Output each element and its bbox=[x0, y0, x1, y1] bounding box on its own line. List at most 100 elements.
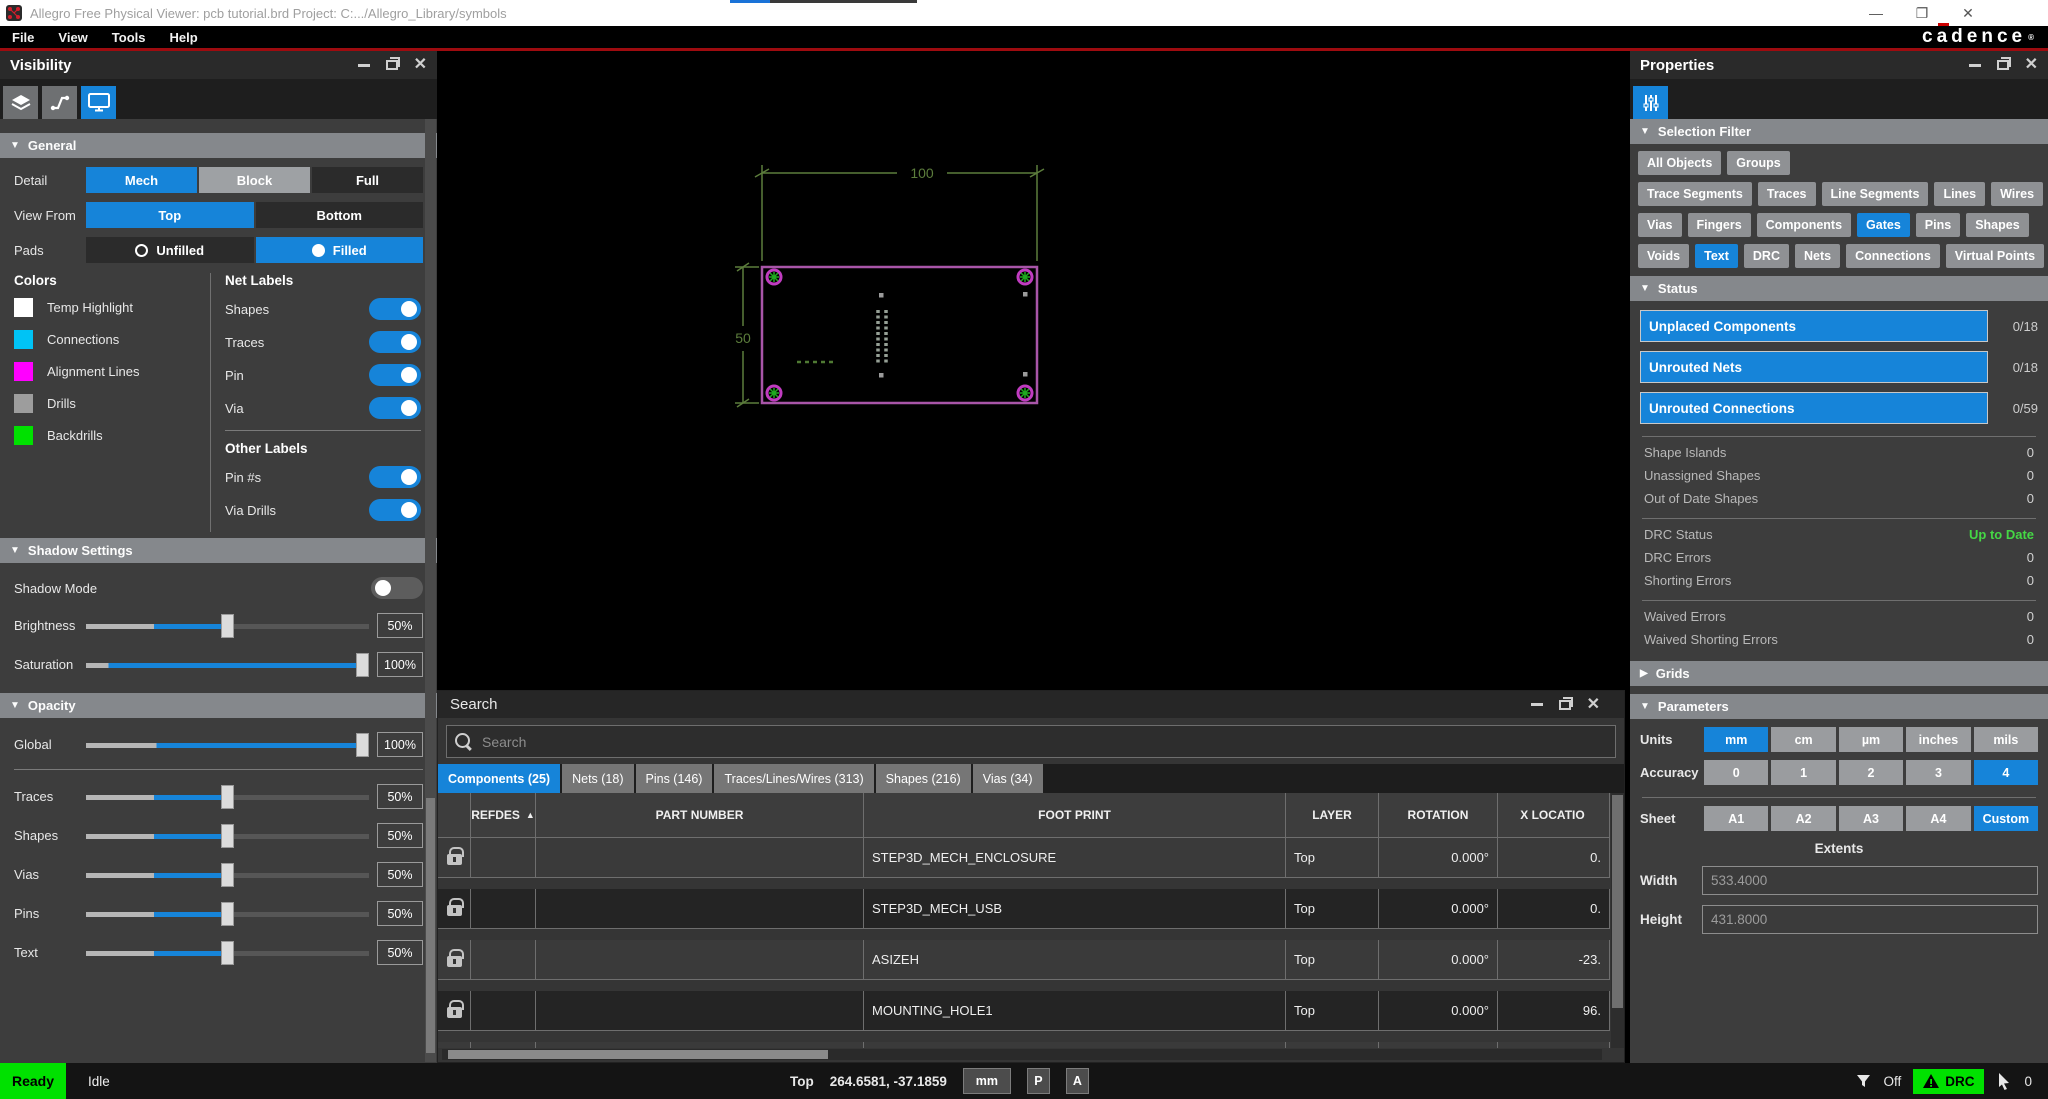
visibility-scrollbar[interactable] bbox=[425, 119, 436, 1062]
pin-toggle[interactable] bbox=[369, 364, 421, 386]
filter-shapes[interactable]: Shapes bbox=[1966, 213, 2029, 237]
shapes-opacity-slider[interactable] bbox=[86, 823, 369, 848]
pads-filled-button[interactable]: Filled bbox=[255, 237, 423, 263]
shapes-toggle[interactable] bbox=[369, 298, 421, 320]
filter-trace-segments[interactable]: Trace Segments bbox=[1638, 182, 1752, 206]
filter-wires[interactable]: Wires bbox=[1991, 182, 2044, 206]
tab-vias[interactable]: Vias (34) bbox=[972, 764, 1043, 793]
detail-full-button[interactable]: Full bbox=[312, 167, 423, 193]
global-opacity-value[interactable]: 100% bbox=[377, 732, 423, 757]
via-toggle[interactable] bbox=[369, 397, 421, 419]
menu-view[interactable]: View bbox=[58, 30, 87, 45]
filter-text[interactable]: Text bbox=[1695, 244, 1738, 268]
filter-nets[interactable]: Nets bbox=[1794, 244, 1841, 268]
drills-swatch[interactable] bbox=[14, 394, 33, 413]
display-icon[interactable] bbox=[81, 86, 116, 119]
table-row[interactable]: MOUNTING_HOLE1 Top 0.000° 4. bbox=[438, 1042, 1610, 1048]
panel-minimize-icon[interactable] bbox=[1968, 63, 1981, 67]
filter-fingers[interactable]: Fingers bbox=[1687, 213, 1751, 237]
panel-minimize-icon[interactable] bbox=[1530, 703, 1543, 706]
general-section-header[interactable]: ▼ General bbox=[0, 133, 437, 158]
filter-vias[interactable]: Vias bbox=[1638, 213, 1682, 237]
menu-file[interactable]: File bbox=[12, 30, 34, 45]
view-from-top-button[interactable]: Top bbox=[86, 202, 254, 228]
height-field[interactable]: 431.8000 bbox=[1702, 905, 2038, 934]
filter-groups[interactable]: Groups bbox=[1727, 151, 1790, 175]
accuracy-2-button[interactable]: 2 bbox=[1838, 760, 1904, 785]
window-close-icon[interactable]: ✕ bbox=[1945, 5, 1991, 22]
units-toggle-button[interactable]: mm bbox=[962, 1068, 1011, 1094]
traces-opacity-slider[interactable] bbox=[86, 784, 369, 809]
filter-drc[interactable]: DRC bbox=[1743, 244, 1789, 268]
tab-traces-lines-wires[interactable]: Traces/Lines/Wires (313) bbox=[714, 764, 874, 793]
tab-shapes[interactable]: Shapes (216) bbox=[875, 764, 971, 793]
vias-opacity-value[interactable]: 50% bbox=[377, 862, 423, 887]
layers-icon[interactable] bbox=[3, 86, 38, 119]
units-cm-button[interactable]: cm bbox=[1771, 727, 1836, 752]
sheet-a4-button[interactable]: A4 bbox=[1906, 806, 1971, 831]
panel-close-icon[interactable]: ✕ bbox=[2025, 57, 2038, 73]
view-from-bottom-button[interactable]: Bottom bbox=[255, 202, 423, 228]
pins-opacity-slider[interactable] bbox=[86, 901, 369, 926]
accuracy-4-button[interactable]: 4 bbox=[1973, 760, 2039, 785]
filter-connections[interactable]: Connections bbox=[1846, 244, 1940, 268]
parameters-section-header[interactable]: ▼ Parameters bbox=[1630, 694, 2048, 719]
pin-numbers-toggle[interactable] bbox=[369, 466, 421, 488]
unplaced-components-button[interactable]: Unplaced Components bbox=[1640, 310, 1988, 342]
tab-pins[interactable]: Pins (146) bbox=[635, 764, 713, 793]
panel-float-icon[interactable] bbox=[1558, 696, 1573, 710]
scrollbar-thumb[interactable] bbox=[448, 1050, 828, 1059]
table-row[interactable]: STEP3D_MECH_USB Top 0.000° 0. bbox=[438, 889, 1610, 929]
temp-highlight-swatch[interactable] bbox=[14, 298, 33, 317]
brightness-value[interactable]: 50% bbox=[377, 613, 423, 638]
window-minimize-icon[interactable]: — bbox=[1853, 5, 1899, 21]
part-number-column-header[interactable]: PART NUMBER bbox=[536, 793, 864, 838]
layer-column-header[interactable]: LAYER bbox=[1286, 793, 1379, 838]
menu-tools[interactable]: Tools bbox=[112, 30, 146, 45]
units-inches-button[interactable]: inches bbox=[1906, 727, 1971, 752]
via-drills-toggle[interactable] bbox=[369, 499, 421, 521]
rotation-column-header[interactable]: ROTATION bbox=[1379, 793, 1498, 838]
filter-components[interactable]: Components bbox=[1756, 213, 1852, 237]
p-button[interactable]: P bbox=[1026, 1068, 1050, 1094]
status-section-header[interactable]: ▼ Status bbox=[1630, 276, 2048, 301]
shadow-settings-header[interactable]: ▼ Shadow Settings bbox=[0, 538, 437, 563]
tab-components[interactable]: Components (25) bbox=[438, 764, 561, 793]
traces-opacity-value[interactable]: 50% bbox=[377, 784, 423, 809]
drc-badge[interactable]: DRC bbox=[1913, 1068, 1985, 1094]
properties-sliders-icon[interactable] bbox=[1633, 86, 1668, 119]
slider-handle[interactable] bbox=[356, 652, 369, 677]
filter-lines[interactable]: Lines bbox=[1934, 182, 1986, 206]
unrouted-nets-button[interactable]: Unrouted Nets bbox=[1640, 351, 1988, 383]
panel-close-icon[interactable]: ✕ bbox=[1587, 696, 1600, 713]
sheet-a3-button[interactable]: A3 bbox=[1838, 806, 1904, 831]
slider-handle[interactable] bbox=[220, 901, 234, 926]
slider-handle[interactable] bbox=[220, 862, 234, 887]
slider-handle[interactable] bbox=[356, 732, 369, 757]
accuracy-1-button[interactable]: 1 bbox=[1771, 760, 1836, 785]
table-row[interactable]: STEP3D_MECH_ENCLOSURE Top 0.000° 0. bbox=[438, 838, 1610, 878]
table-vertical-scrollbar[interactable] bbox=[1611, 793, 1624, 1048]
footprint-column-header[interactable]: FOOT PRINT bbox=[864, 793, 1286, 838]
sheet-a2-button[interactable]: A2 bbox=[1771, 806, 1836, 831]
units-mm-button[interactable]: mm bbox=[1704, 727, 1769, 752]
pads-unfilled-button[interactable]: Unfilled bbox=[86, 237, 254, 263]
tab-nets[interactable]: Nets (18) bbox=[562, 764, 634, 793]
alignment-lines-swatch[interactable] bbox=[14, 362, 33, 381]
slider-handle[interactable] bbox=[220, 823, 234, 848]
table-row[interactable]: ASIZEH Top 0.000° -23. bbox=[438, 940, 1610, 980]
refdes-column-header[interactable]: REFDES ▲ bbox=[471, 793, 536, 838]
scrollbar-thumb[interactable] bbox=[1612, 795, 1623, 1008]
units-um-button[interactable]: µm bbox=[1838, 727, 1904, 752]
sheet-a1-button[interactable]: A1 bbox=[1704, 806, 1769, 831]
sheet-custom-button[interactable]: Custom bbox=[1973, 806, 2039, 831]
filter-state[interactable]: Off bbox=[1883, 1074, 1901, 1089]
brightness-slider[interactable] bbox=[86, 613, 369, 638]
table-horizontal-scrollbar[interactable] bbox=[442, 1049, 1602, 1060]
grids-section-header[interactable]: ▶ Grids bbox=[1630, 661, 2048, 686]
text-opacity-value[interactable]: 50% bbox=[377, 940, 423, 965]
global-opacity-slider[interactable] bbox=[86, 732, 369, 757]
opacity-header[interactable]: ▼ Opacity bbox=[0, 693, 437, 718]
lock-icon[interactable] bbox=[446, 898, 464, 916]
units-mils-button[interactable]: mils bbox=[1973, 727, 2039, 752]
